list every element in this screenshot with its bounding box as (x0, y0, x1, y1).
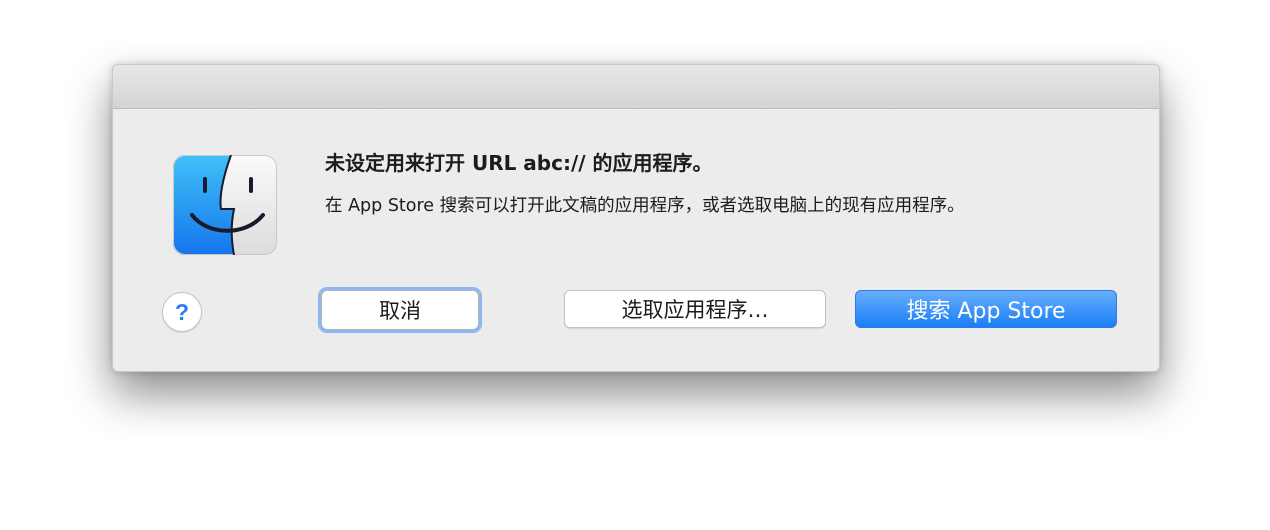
cancel-button[interactable]: 取消 (321, 290, 479, 330)
dialog-message: 在 App Store 搜索可以打开此文稿的应用程序，或者选取电脑上的现有应用程… (325, 196, 965, 216)
finder-icon (173, 154, 277, 256)
url-dialog: 未设定用来打开 URL abc:// 的应用程序。 在 App Store 搜索… (112, 64, 1160, 372)
help-icon: ? (174, 298, 190, 325)
choose-application-button[interactable]: 选取应用程序… (564, 290, 826, 328)
search-app-store-button[interactable]: 搜索 App Store (855, 290, 1117, 328)
help-button[interactable]: ? (162, 292, 202, 332)
dialog-titlebar[interactable] (113, 65, 1159, 109)
dialog-headline: 未设定用来打开 URL abc:// 的应用程序。 (325, 151, 713, 175)
